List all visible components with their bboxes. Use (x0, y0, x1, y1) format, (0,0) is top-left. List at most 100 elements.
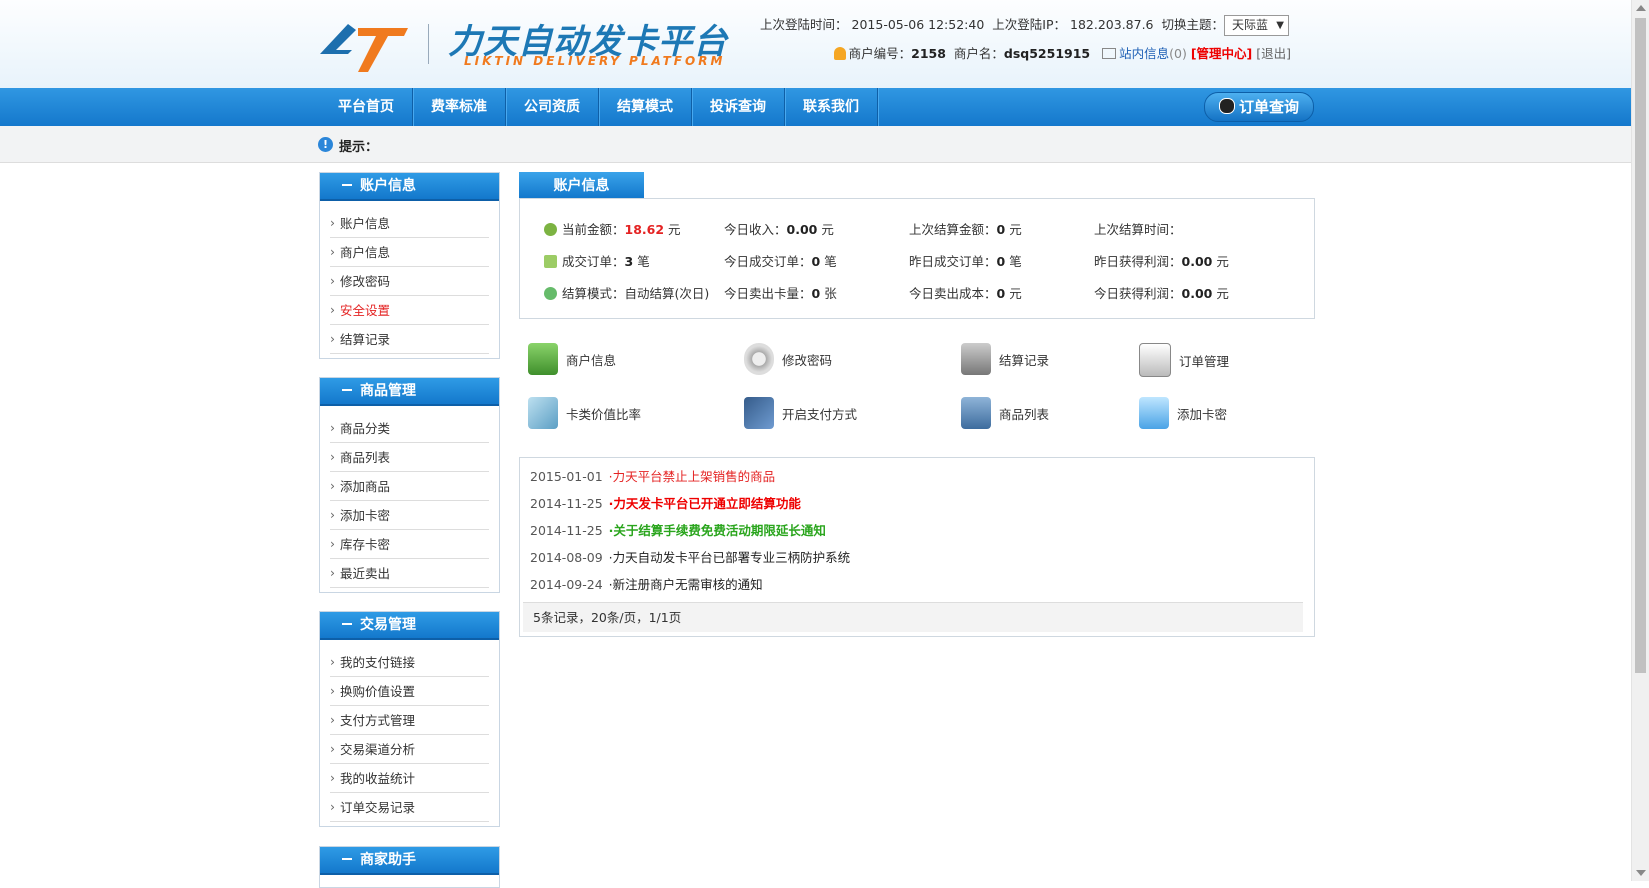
sidebar-item-payment-links[interactable]: 我的支付链接 (330, 647, 489, 677)
nav-item-rates[interactable]: 费率标准 (413, 88, 506, 126)
quick-link-change-password[interactable]: 修改密码 (744, 343, 832, 375)
stat-label: 今日卖出卡量： (724, 286, 812, 301)
sidebar-item-product-list[interactable]: 商品列表 (330, 442, 489, 472)
sidebar-item-change-password[interactable]: 修改密码 (330, 266, 489, 296)
tip-bar: ! 提示： (0, 126, 1631, 163)
search-icon (1218, 98, 1235, 114)
quick-link-order-management[interactable]: 订单管理 (1139, 343, 1229, 377)
sidebar-section-account: 账户信息 账户信息 商户信息 修改密码 安全设置 结算记录 (319, 172, 500, 359)
main-navbar: 平台首页 费率标准 公司资质 结算模式 投诉查询 联系我们 订单查询 (0, 88, 1631, 126)
merchant-no-label: 商户编号： (848, 46, 912, 61)
admin-center-link[interactable]: [管理中心] (1191, 46, 1252, 61)
quick-link-label: 商品列表 (999, 406, 1050, 422)
stat-value: 0.00 (1181, 254, 1213, 269)
sidebar-item-channel-analysis[interactable]: 交易渠道分析 (330, 734, 489, 764)
sidebar-item-account-info[interactable]: 账户信息 (330, 208, 489, 238)
message-link[interactable]: 站内信息 (1119, 46, 1169, 61)
scroll-down-icon[interactable] (1636, 870, 1646, 876)
list-item: 2014-11-25 ·力天发卡平台已开通立即结算功能 (530, 493, 801, 512)
stat-today-cards: 今日卖出卡量：0 张 (724, 283, 837, 302)
news-title[interactable]: ·力天发卡平台已开通立即结算功能 (609, 496, 801, 511)
list-item: 2014-09-24 ·新注册商户无需审核的通知 (530, 574, 763, 593)
sidebar-item-income-stats[interactable]: 我的收益统计 (330, 763, 489, 793)
stat-unit: 元 (668, 222, 681, 237)
stat-value: 0 (996, 286, 1006, 301)
sidebar-item-stock-cards[interactable]: 库存卡密 (330, 529, 489, 559)
refresh-icon (544, 287, 557, 300)
boxes-icon (1139, 397, 1169, 429)
logo-subtitle: LIKTIN DELIVERY PLATFORM (464, 54, 726, 68)
sidebar-item-security[interactable]: 安全设置 (330, 295, 489, 325)
news-list: 2015-01-01 ·力天平台禁止上架销售的商品 2014-11-25 ·力天发卡… (519, 457, 1315, 637)
stat-value: 0.00 (786, 222, 818, 237)
clipboard-icon (1139, 343, 1171, 377)
quick-link-settlement-records[interactable]: 结算记录 (961, 343, 1049, 375)
stat-yesterday-orders: 昨日成交订单：0 笔 (909, 251, 1022, 270)
nav-item-home[interactable]: 平台首页 (320, 88, 413, 126)
nav-item-qualification[interactable]: 公司资质 (506, 88, 599, 126)
stat-label: 成交订单： (562, 254, 625, 269)
quick-link-card-value-ratio[interactable]: 卡类价值比率 (528, 397, 641, 429)
stat-value: 0 (996, 222, 1006, 237)
scroll-up-icon[interactable] (1636, 5, 1646, 11)
sidebar-section-trading: 交易管理 我的支付链接 换购价值设置 支付方式管理 交易渠道分析 我的收益统计 … (319, 611, 500, 827)
quick-link-merchant-info[interactable]: 商户信息 (528, 343, 616, 375)
logout-link[interactable]: [退出] (1256, 46, 1291, 61)
sidebar-item-add-cards[interactable]: 添加卡密 (330, 500, 489, 530)
sidebar-item-settlement-records[interactable]: 结算记录 (330, 324, 489, 354)
news-title[interactable]: ·新注册商户无需审核的通知 (609, 577, 763, 592)
message-count: (0) (1169, 46, 1187, 61)
news-title[interactable]: ·力天平台禁止上架销售的商品 (609, 469, 775, 484)
stat-last-settle-amount: 上次结算金额：0 元 (909, 219, 1022, 238)
news-date: 2014-11-25 (530, 496, 603, 511)
stat-balance: 当前金额：18.62 元 (544, 219, 681, 238)
nav-item-contact[interactable]: 联系我们 (785, 88, 878, 126)
stat-unit: 笔 (637, 254, 650, 269)
stat-today-profit: 今日获得利润：0.00 元 (1094, 283, 1229, 302)
stat-label: 今日收入： (724, 222, 787, 237)
nav-item-complaints[interactable]: 投诉查询 (692, 88, 785, 126)
sidebar-section-title[interactable]: 商品管理 (320, 378, 499, 406)
stat-value: 0 (996, 254, 1006, 269)
sidebar-item-recent-sold[interactable]: 最近卖出 (330, 558, 489, 588)
theme-select[interactable]: 天际蓝 ▼ (1224, 15, 1289, 36)
order-query-button[interactable]: 订单查询 (1204, 92, 1314, 122)
quick-link-add-cards[interactable]: 添加卡密 (1139, 397, 1227, 429)
nav-item-settlement[interactable]: 结算模式 (599, 88, 692, 126)
quick-link-product-list[interactable]: 商品列表 (961, 397, 1049, 429)
scroll-thumb[interactable] (1635, 18, 1646, 673)
sidebar-section-title-text: 交易管理 (360, 617, 416, 633)
last-login-time-label: 上次登陆时间： (760, 17, 848, 32)
stat-yesterday-profit: 昨日获得利润：0.00 元 (1094, 251, 1229, 270)
gear-icon (744, 343, 774, 375)
stat-last-settle-time: 上次结算时间： (1094, 219, 1182, 238)
tab-account-info[interactable]: 账户信息 (519, 172, 644, 198)
last-login-ip-label: 上次登陆IP： (992, 17, 1066, 32)
news-date: 2014-08-09 (530, 550, 603, 565)
sidebar-item-order-records[interactable]: 订单交易记录 (330, 792, 489, 822)
sidebar-section-title[interactable]: 商家助手 (320, 847, 499, 875)
sidebar-item-add-product[interactable]: 添加商品 (330, 471, 489, 501)
stat-today-income: 今日收入：0.00 元 (724, 219, 834, 238)
sidebar-item-payment-methods[interactable]: 支付方式管理 (330, 705, 489, 735)
sidebar-section-title[interactable]: 账户信息 (320, 173, 499, 201)
sidebar-item-categories[interactable]: 商品分类 (330, 413, 489, 443)
quick-link-label: 结算记录 (999, 352, 1050, 368)
sidebar-item-exchange-value[interactable]: 换购价值设置 (330, 676, 489, 706)
page-scrollbar[interactable] (1631, 0, 1649, 881)
list-item: 2015-01-01 ·力天平台禁止上架销售的商品 (530, 466, 775, 485)
quick-link-enable-payment[interactable]: 开启支付方式 (744, 397, 857, 429)
stat-value: 3 (624, 254, 634, 269)
news-title[interactable]: ·关于结算手续费免费活动期限延长通知 (609, 523, 826, 538)
sidebar-section-title-text: 账户信息 (360, 178, 416, 194)
login-info: 上次登陆时间： 2015-05-06 12:52:40 上次登陆IP： 182.20… (756, 14, 1289, 36)
sidebar-item-merchant-info[interactable]: 商户信息 (330, 237, 489, 267)
logo[interactable]: 力天自动发卡平台 LIKTIN DELIVERY PLATFORM (318, 10, 748, 74)
news-title[interactable]: ·力天自动发卡平台已部署专业三柄防护系统 (609, 550, 850, 565)
stat-label: 今日成交订单： (724, 254, 812, 269)
sidebar-section-title[interactable]: 交易管理 (320, 612, 499, 640)
stat-label: 上次结算时间： (1094, 222, 1182, 237)
logo-separator (428, 24, 429, 64)
quick-link-label: 商户信息 (566, 352, 617, 368)
stat-value: 18.62 (624, 222, 665, 237)
